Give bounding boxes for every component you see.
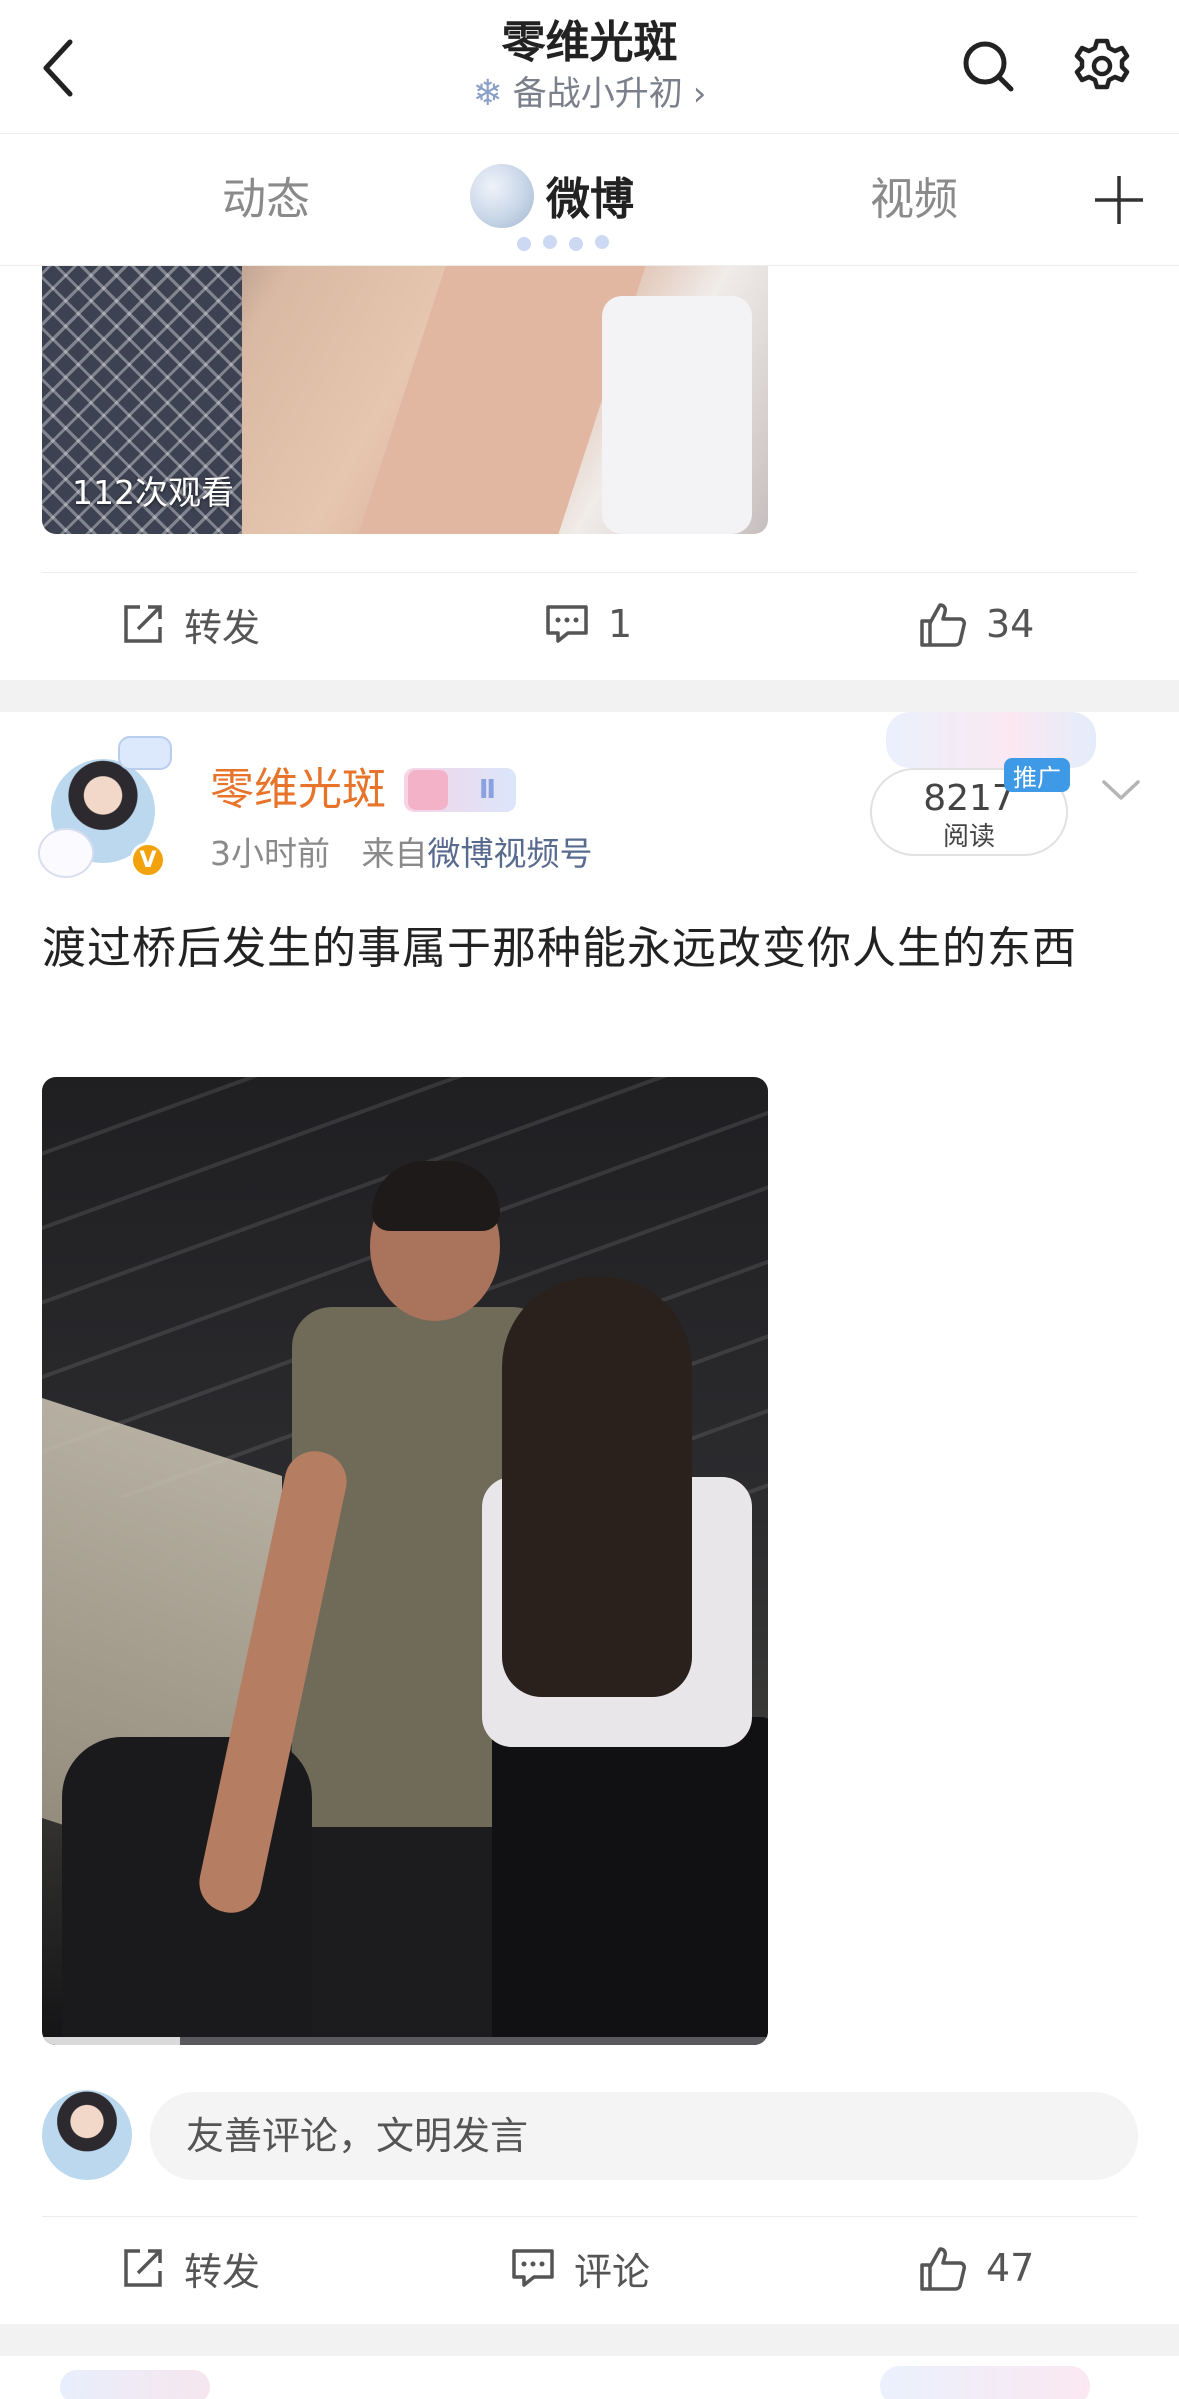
tab-dynamics[interactable]: 动态 — [222, 170, 310, 230]
post2-repost-button[interactable]: 转发 — [120, 2218, 260, 2318]
post2-like-button[interactable]: 47 — [918, 2218, 1034, 2318]
like-count: 34 — [986, 602, 1035, 646]
author-name[interactable]: 零维光斑 — [210, 762, 386, 818]
globe-decoration-icon — [470, 164, 534, 228]
search-button[interactable] — [956, 34, 1020, 98]
profile-subtitle-link[interactable]: ❄ 备战小升初 › — [473, 72, 707, 116]
top-navigation-bar: 零维光斑 ❄ 备战小升初 › — [0, 0, 1179, 134]
promoted-tag: 推广 — [1004, 758, 1070, 792]
search-icon — [963, 41, 1014, 92]
share-icon — [124, 605, 162, 643]
view-count: 112次观看 — [72, 473, 234, 512]
repost-label: 转发 — [184, 2249, 261, 2294]
badge-character-icon — [408, 770, 448, 810]
comment-count: 1 — [608, 602, 633, 646]
avatar-bow-decoration — [118, 736, 172, 770]
comment-input[interactable]: 友善评论，文明发言 — [150, 2092, 1138, 2180]
add-tab-button[interactable] — [1093, 174, 1145, 226]
avatar-bunny-decoration — [38, 828, 94, 878]
video-progress-track[interactable] — [42, 2037, 768, 2045]
badge-text: Ⅱ — [478, 775, 496, 805]
tab-videos[interactable]: 视频 — [870, 170, 958, 230]
tab-weibo[interactable]: 微博 — [546, 170, 634, 230]
plus-icon — [1095, 176, 1143, 224]
read-label: 阅读 — [942, 822, 995, 852]
post2-video[interactable] — [42, 1077, 768, 2045]
verified-badge: V — [130, 842, 166, 878]
share-icon — [124, 2249, 162, 2287]
video-progress-fill — [42, 2037, 180, 2045]
profile-tab-bar: 动态 微博 视频 — [0, 134, 1179, 266]
post2-comment-button[interactable]: 评论 — [510, 2218, 650, 2318]
next-post-peek — [0, 2358, 1179, 2399]
comment-icon — [546, 605, 588, 643]
divider — [42, 572, 1137, 573]
thumbnail-cup — [602, 296, 752, 534]
post1-repost-button[interactable]: 转发 — [120, 574, 260, 674]
gear-icon — [1074, 38, 1130, 90]
post-time: 3小时前 — [210, 834, 330, 873]
member-badge[interactable]: Ⅱ — [404, 768, 516, 812]
next-promo-decoration — [880, 2366, 1090, 2399]
divider — [42, 2216, 1137, 2217]
post-meta: 3小时前 来自微博视频号 — [210, 832, 592, 876]
video-figure-woman-hair — [502, 1277, 692, 1697]
subtitle-text: 备战小升初 — [512, 74, 683, 114]
snowflake-icon: ❄ — [472, 73, 503, 114]
chevron-down-icon — [1102, 780, 1140, 800]
post-more-button[interactable] — [1096, 764, 1146, 814]
feed-separator — [0, 2324, 1179, 2356]
feed-separator — [0, 680, 1179, 712]
post1-comment-button[interactable]: 1 — [544, 574, 632, 674]
video-figure-skirt — [492, 1717, 768, 2045]
settings-button[interactable] — [1070, 34, 1134, 98]
post1-like-button[interactable]: 34 — [918, 574, 1034, 674]
current-user-avatar — [42, 2090, 132, 2180]
post2-action-bar: 转发 评论 47 — [0, 2218, 1179, 2318]
post1-action-bar: 转发 1 34 — [0, 574, 1179, 674]
stars-decoration-icon — [517, 235, 609, 251]
post1-video-thumbnail[interactable]: 112次观看 — [42, 266, 768, 534]
chevron-right-icon: › — [692, 74, 707, 114]
source-prefix: 来自 — [361, 834, 428, 873]
promotion-read-count[interactable]: 8217 阅读 推广 — [866, 712, 1106, 862]
like-count: 47 — [986, 2246, 1035, 2290]
comment-icon — [512, 2249, 554, 2287]
thumbs-up-icon — [920, 2247, 966, 2291]
source-link[interactable]: 微博视频号 — [427, 834, 592, 873]
next-avatar-decoration — [60, 2370, 210, 2399]
comment-label: 评论 — [574, 2249, 651, 2294]
author-avatar[interactable]: V — [34, 736, 176, 884]
thumbs-up-icon — [920, 603, 966, 647]
post-body-text[interactable]: 渡过桥后发生的事属于那种能永远改变你人生的东西 — [42, 914, 1142, 984]
repost-label: 转发 — [184, 605, 261, 650]
